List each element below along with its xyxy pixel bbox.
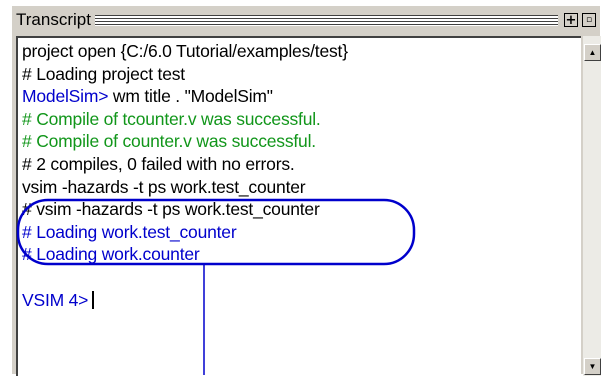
vertical-scrollbar[interactable]: ▲ ▼ — [583, 36, 601, 376]
command-prompt-line[interactable]: VSIM 4> — [22, 289, 348, 312]
command-text: wm title . "ModelSim" — [108, 86, 273, 107]
title-grip[interactable] — [94, 14, 558, 26]
window-title: Transcript — [16, 10, 91, 29]
transcript-line: # Compile of tcounter.v was successful. — [22, 108, 321, 129]
transcript-line: # Loading work.test_counter — [22, 221, 237, 242]
dock-button[interactable]: + — [564, 13, 578, 27]
prompt-label: ModelSim> — [22, 86, 109, 107]
transcript-line: # vsim -hazards -t ps work.test_counter — [22, 199, 320, 220]
float-button[interactable]: ▫ — [582, 13, 596, 27]
text-cursor — [92, 290, 94, 309]
transcript-line: # Compile of counter.v was successful. — [22, 131, 316, 152]
scroll-down-arrow-icon[interactable]: ▼ — [584, 358, 601, 375]
transcript-pane[interactable]: project open {C:/6.0 Tutorial/examples/t… — [16, 36, 581, 376]
transcript-line: # 2 compiles, 0 failed with no errors. — [22, 153, 295, 174]
title-bar[interactable]: Transcript + ▫ — [16, 8, 600, 32]
scroll-up-arrow-icon[interactable]: ▲ — [584, 44, 601, 61]
transcript-line: vsim -hazards -t ps work.test_counter — [22, 176, 306, 197]
transcript-window: Transcript + ▫ project open {C:/6.0 Tuto… — [10, 4, 601, 376]
transcript-line: project open {C:/6.0 Tutorial/examples/t… — [22, 41, 348, 61]
transcript-line: # Loading project test — [22, 63, 185, 84]
transcript-line: ModelSim> wm title . "ModelSim" — [22, 85, 348, 108]
transcript-line: # Loading work.counter — [22, 244, 200, 265]
vsim-prompt: VSIM 4> — [22, 289, 89, 310]
